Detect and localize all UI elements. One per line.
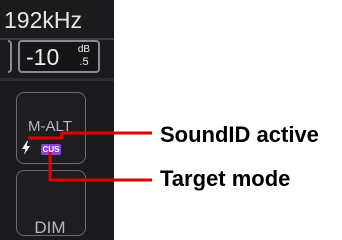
sample-rate-display: 192kHz bbox=[4, 7, 82, 33]
trim-unit: dB bbox=[77, 44, 91, 55]
divider-middle bbox=[0, 78, 114, 81]
soundid-active-label: SoundID active bbox=[160, 122, 319, 147]
adjacent-control-edge bbox=[8, 40, 12, 73]
trim-value: -10 bbox=[26, 44, 60, 70]
m-alt-label: M-ALT bbox=[28, 118, 72, 135]
trim-readout[interactable]: -10 dB .5 bbox=[18, 40, 100, 73]
screenshot-stage: 192kHz -10 dB .5 M-ALT CUS DIM SoundID a… bbox=[0, 0, 342, 240]
target-mode-badge: CUS bbox=[41, 144, 61, 155]
target-mode-label: Target mode bbox=[160, 166, 291, 191]
monitor-panel: 192kHz -10 dB .5 M-ALT CUS DIM bbox=[0, 0, 114, 240]
trim-decimal: .5 bbox=[79, 56, 89, 68]
m-alt-button[interactable]: M-ALT CUS bbox=[16, 92, 86, 164]
lightning-bolt-icon bbox=[22, 141, 30, 155]
dim-label: DIM bbox=[34, 218, 66, 237]
dim-button[interactable]: DIM bbox=[16, 170, 86, 237]
